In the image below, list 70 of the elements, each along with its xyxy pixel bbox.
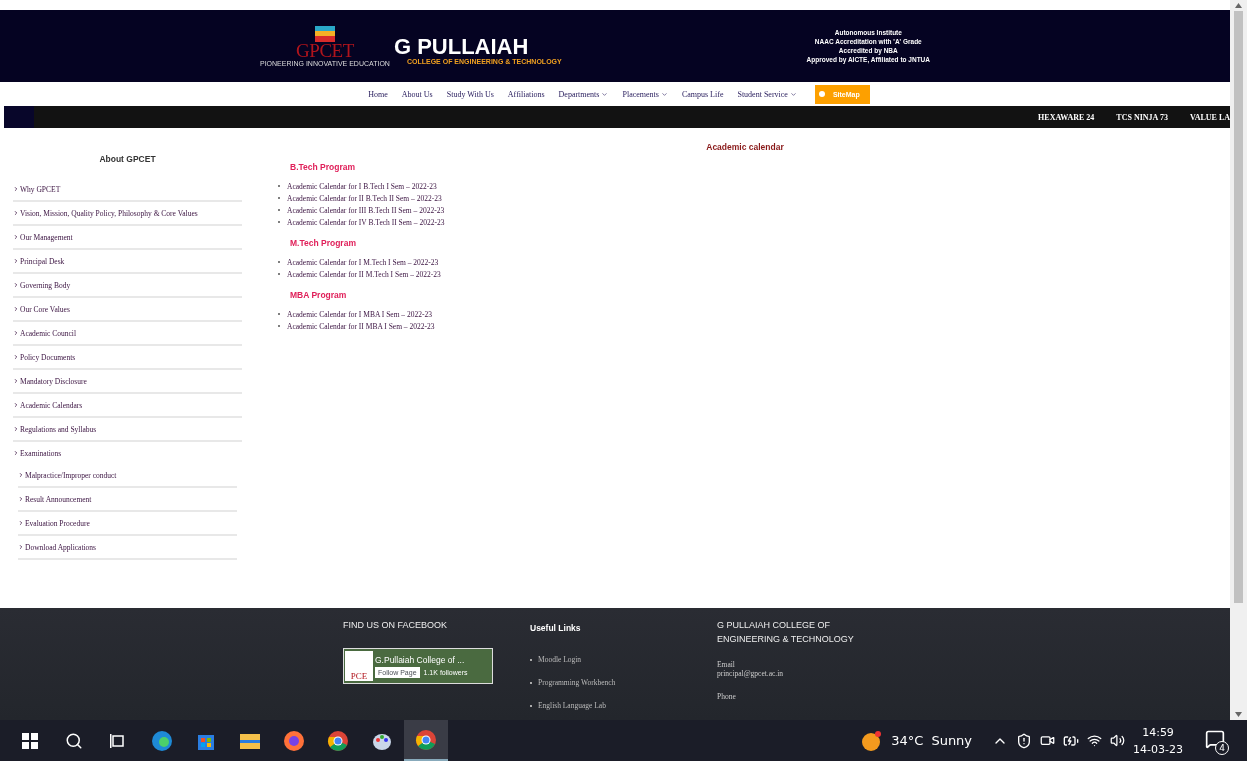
section-heading: MBA Program: [290, 290, 348, 300]
nav-link[interactable]: Affiliations: [507, 89, 545, 99]
browser-icon: [415, 728, 437, 751]
page-title: Academic calendar: [706, 142, 784, 152]
ticker-text: HEXAWARE 24: [1038, 112, 1095, 122]
chevron-icon: [13, 258, 19, 264]
browser-icon: [283, 729, 305, 752]
caret-icon: [660, 90, 668, 98]
search-icon: [65, 731, 83, 750]
clock-time: 14:59: [1142, 724, 1174, 741]
clock[interactable]: 14:59 14-03-23: [1133, 723, 1183, 758]
camera-icon[interactable]: [1040, 733, 1056, 748]
chevron-icon: [13, 210, 19, 216]
facebook-page-name: G.Pullaiah College of ...: [375, 654, 466, 665]
chevron-icon: [13, 354, 19, 360]
footer-heading: G PULLAIAH COLLEGE OF ENGINEERING & TECHNOLOGY: [717, 619, 855, 646]
ticker-text: TCS NINJA 73: [1116, 112, 1168, 122]
chevron-icon: [18, 544, 24, 550]
nav-link[interactable]: Study With Us: [446, 89, 494, 99]
shield-icon[interactable]: [1016, 732, 1033, 749]
chevron-icon: [13, 450, 19, 456]
chevron-icon: [13, 402, 19, 408]
page-logo: PCE: [345, 651, 373, 681]
footer-heading: Useful Links: [530, 623, 582, 633]
folder-icon: [239, 731, 261, 750]
browser-icon: [151, 729, 173, 752]
logo-text: GPCET: [296, 41, 354, 60]
speaker-icon[interactable]: [1110, 733, 1126, 748]
nav-link[interactable]: About Us: [401, 89, 433, 99]
scrollbar[interactable]: [1230, 0, 1247, 720]
nav-link[interactable]: Departments: [558, 89, 609, 99]
chevron-icon: [13, 186, 19, 192]
taskbar-app-button[interactable]: [404, 720, 448, 761]
chevron-icon: [13, 330, 19, 336]
nav-link[interactable]: Student Service: [737, 89, 797, 99]
scrollbar-thumb[interactable]: [1234, 11, 1243, 603]
weather-temperature: 34°C: [891, 733, 924, 748]
notification-count: 4: [1215, 740, 1229, 755]
scroll-down-icon: [1235, 712, 1242, 717]
chevron-icon: [13, 426, 19, 432]
nav-link[interactable]: Placements: [622, 89, 668, 99]
college-name: G PULLAIAH: [393, 35, 530, 58]
globe-icon: [818, 91, 825, 97]
chevron-icon: [13, 282, 19, 288]
ticker-label: [4, 106, 34, 128]
ticker-text: VALUE LA: [1189, 112, 1230, 122]
footer-heading: FIND US ON FACEBOOK: [343, 619, 448, 632]
nav-link[interactable]: Home: [368, 89, 388, 99]
caret-icon: [601, 90, 609, 98]
windows-icon: [22, 732, 38, 749]
notification-icon[interactable]: [1205, 728, 1225, 749]
section-heading: B.Tech Program: [290, 162, 357, 172]
sun-icon: [861, 729, 884, 752]
caret-icon: [789, 90, 797, 98]
wifi-icon[interactable]: [1087, 733, 1103, 748]
section-heading: M.Tech Program: [290, 238, 357, 248]
weather-condition: Sunny: [931, 733, 973, 748]
logo-book-icon: [314, 25, 335, 42]
clock-date: 14-03-23: [1133, 741, 1183, 758]
browser-icon: [327, 729, 349, 752]
chevron-icon: [13, 306, 19, 312]
sidebar-title: About GPCET: [98, 154, 157, 164]
chevron-icon: [18, 520, 24, 526]
chevron-icon: [13, 234, 19, 240]
chevron-icon: [18, 472, 24, 478]
scroll-up-icon: [1235, 3, 1242, 8]
chevron-icon: [18, 496, 24, 502]
nav-link[interactable]: Campus Life: [681, 89, 724, 99]
task-view-icon: [110, 732, 126, 749]
chevron-icon: [13, 378, 19, 384]
